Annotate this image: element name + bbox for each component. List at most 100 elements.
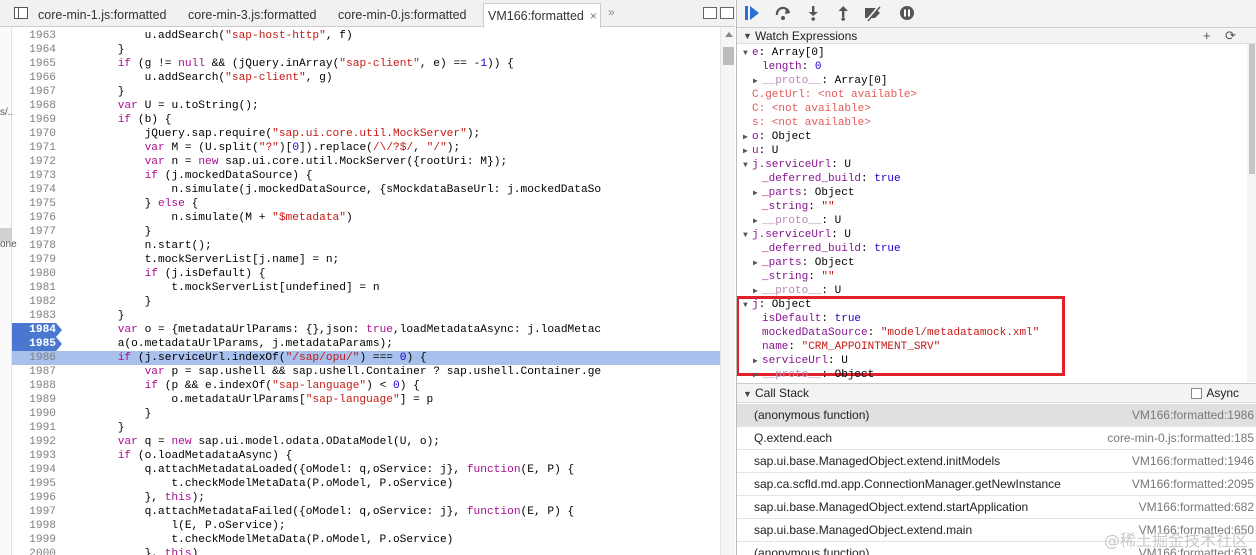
step-into-icon[interactable] <box>803 5 823 23</box>
code-line[interactable]: 1985 a(o.metadataUrlParams, j.metadataPa… <box>12 337 720 351</box>
pause-resume-icon[interactable] <box>743 5 763 23</box>
line-number[interactable]: 1996 <box>12 491 56 505</box>
watch-row[interactable]: ▶ __proto__: Array[0] <box>753 74 887 88</box>
breakpoint-marker[interactable]: 1985 <box>12 337 62 351</box>
line-number[interactable]: 1981 <box>12 281 56 295</box>
tab-core-min-3[interactable]: core-min-3.js:formatted <box>184 3 334 27</box>
code-line[interactable]: 1968 var U = u.toString(); <box>12 99 720 113</box>
line-number[interactable]: 1975 <box>12 197 56 211</box>
line-number[interactable]: 1970 <box>12 127 56 141</box>
line-number[interactable]: 1998 <box>12 519 56 533</box>
line-number[interactable]: 1968 <box>12 99 56 113</box>
code-line[interactable]: 1998 l(E, P.oService); <box>12 519 720 533</box>
call-frame[interactable]: sap.ui.base.ManagedObject.extend.initMod… <box>737 450 1256 473</box>
expand-triangle-icon[interactable]: ▶ <box>753 355 762 369</box>
code-line[interactable]: 1990 } <box>12 407 720 421</box>
line-number[interactable]: 1963 <box>12 29 56 43</box>
code-line[interactable]: 1989 o.metadataUrlParams["sap-language"]… <box>12 393 720 407</box>
line-number[interactable]: 1989 <box>12 393 56 407</box>
code-line[interactable]: 1984 var o = {metadataUrlParams: {},json… <box>12 323 720 337</box>
line-number[interactable]: 1974 <box>12 183 56 197</box>
line-number[interactable]: 1969 <box>12 113 56 127</box>
code-line[interactable]: 1995 t.checkModelMetaData(P.oModel, P.oS… <box>12 477 720 491</box>
line-number[interactable]: 1977 <box>12 225 56 239</box>
collapse-triangle-icon[interactable]: ▼ <box>743 159 752 173</box>
call-frame-location[interactable]: core-min-0.js:formatted:185 <box>1107 427 1254 450</box>
line-number[interactable]: 1997 <box>12 505 56 519</box>
tab-vm166[interactable]: VM166:formatted × <box>483 3 601 28</box>
watch-row[interactable]: ▶ serviceUrl: U <box>753 354 848 368</box>
scroll-thumb[interactable] <box>1249 44 1255 174</box>
step-out-icon[interactable] <box>833 5 853 23</box>
code-line[interactable]: 1993 if (o.loadMetadataAsync) { <box>12 449 720 463</box>
watch-row[interactable]: ▶ __proto__: Object <box>753 368 874 382</box>
line-number[interactable]: 1976 <box>12 211 56 225</box>
expand-triangle-icon[interactable]: ▶ <box>753 187 762 201</box>
code-line[interactable]: 1973 if (j.mockedDataSource) { <box>12 169 720 183</box>
call-frame[interactable]: sap.ca.scfld.md.app.ConnectionManager.ge… <box>737 473 1256 496</box>
code-line[interactable]: 1979 t.mockServerList[j.name] = n; <box>12 253 720 267</box>
expand-triangle-icon[interactable]: ▶ <box>753 75 762 89</box>
sidebar-scrollbar[interactable] <box>1247 44 1256 382</box>
code-line[interactable]: 1978 n.start(); <box>12 239 720 253</box>
code-line[interactable]: 1964 } <box>12 43 720 57</box>
collapse-triangle-icon[interactable]: ▼ <box>743 299 752 313</box>
line-number[interactable]: 1990 <box>12 407 56 421</box>
line-number[interactable]: 1982 <box>12 295 56 309</box>
watch-row[interactable]: ▶ u: U <box>743 144 778 158</box>
line-number[interactable]: 1965 <box>12 57 56 71</box>
call-frame[interactable]: Q.extend.each core-min-0.js:formatted:185 <box>737 427 1256 450</box>
breakpoint-marker[interactable]: 1984 <box>12 323 62 337</box>
call-frame-location[interactable]: VM166:formatted:682 <box>1139 496 1254 519</box>
expand-triangle-icon[interactable]: ▶ <box>753 369 762 382</box>
code-line[interactable]: 1981 t.mockServerList[undefined] = n <box>12 281 720 295</box>
line-number[interactable]: 1972 <box>12 155 56 169</box>
code-line[interactable]: 1971 var M = (U.split("?")[0]).replace(/… <box>12 141 720 155</box>
call-frame[interactable]: sap.ui.base.ManagedObject.extend.startAp… <box>737 496 1256 519</box>
call-frame-location[interactable]: VM166:formatted:1946 <box>1132 450 1254 473</box>
code-editor[interactable]: 1963 u.addSearch("sap-host-http", f) 1964… <box>12 27 720 555</box>
tab-core-min-1[interactable]: core-min-1.js:formatted <box>34 3 184 27</box>
watch-row[interactable]: ▼ e: Array[0] <box>743 46 825 60</box>
pause-on-exceptions-icon[interactable] <box>897 5 917 23</box>
code-line[interactable]: 1975 } else { <box>12 197 720 211</box>
step-over-icon[interactable] <box>773 5 793 23</box>
current-execution-line[interactable]: 1986 if (j.serviceUrl.indexOf("/sap/opu/… <box>12 351 720 365</box>
scroll-thumb[interactable] <box>723 47 734 65</box>
async-checkbox[interactable] <box>1191 388 1202 399</box>
code-line[interactable]: 1974 n.simulate(j.mockedDataSource, {sMo… <box>12 183 720 197</box>
line-number[interactable]: 2000 <box>12 547 56 555</box>
code-line[interactable]: 1970 jQuery.sap.require("sap.ui.core.uti… <box>12 127 720 141</box>
line-number[interactable]: 1979 <box>12 253 56 267</box>
code-line[interactable]: 1969 if (b) { <box>12 113 720 127</box>
code-line[interactable]: 1992 var q = new sap.ui.model.odata.ODat… <box>12 435 720 449</box>
code-line[interactable]: 1991 } <box>12 421 720 435</box>
collapse-triangle-icon[interactable]: ▼ <box>743 47 752 61</box>
line-number[interactable]: 1988 <box>12 379 56 393</box>
deactivate-breakpoints-icon[interactable] <box>863 5 883 23</box>
code-line[interactable]: 1980 if (j.isDefault) { <box>12 267 720 281</box>
line-number[interactable]: 1973 <box>12 169 56 183</box>
line-number[interactable]: 1999 <box>12 533 56 547</box>
expand-triangle-icon[interactable]: ▶ <box>753 257 762 271</box>
line-number[interactable]: 1994 <box>12 463 56 477</box>
line-number[interactable]: 1993 <box>12 449 56 463</box>
format-icon[interactable] <box>703 7 717 19</box>
refresh-icon[interactable]: ⟳ <box>1225 28 1236 44</box>
code-line[interactable]: 1977 } <box>12 225 720 239</box>
line-number[interactable]: 1971 <box>12 141 56 155</box>
line-number[interactable]: 1991 <box>12 421 56 435</box>
watch-row[interactable]: ▶ __proto__: U <box>753 284 841 298</box>
code-line[interactable]: 1976 n.simulate(M + "$metadata") <box>12 211 720 225</box>
watch-row[interactable]: ▶ _parts: Object <box>753 256 854 270</box>
toggle-navigator-icon[interactable] <box>14 7 28 19</box>
call-stack-header[interactable]: ▼ Call Stack Async <box>737 383 1256 403</box>
code-line[interactable]: 1994 q.attachMetadataLoaded({oModel: q,o… <box>12 463 720 477</box>
expand-triangle-icon[interactable]: ▶ <box>743 131 752 145</box>
line-number[interactable]: 1987 <box>12 365 56 379</box>
call-frame[interactable]: (anonymous function) VM166:formatted:1986 <box>737 404 1256 427</box>
close-tab-icon[interactable]: × <box>590 4 597 28</box>
watch-expressions-header[interactable]: ▼ Watch Expressions + ⟳ <box>737 28 1256 44</box>
line-number[interactable]: 1986 <box>12 351 56 365</box>
line-number[interactable]: 1995 <box>12 477 56 491</box>
